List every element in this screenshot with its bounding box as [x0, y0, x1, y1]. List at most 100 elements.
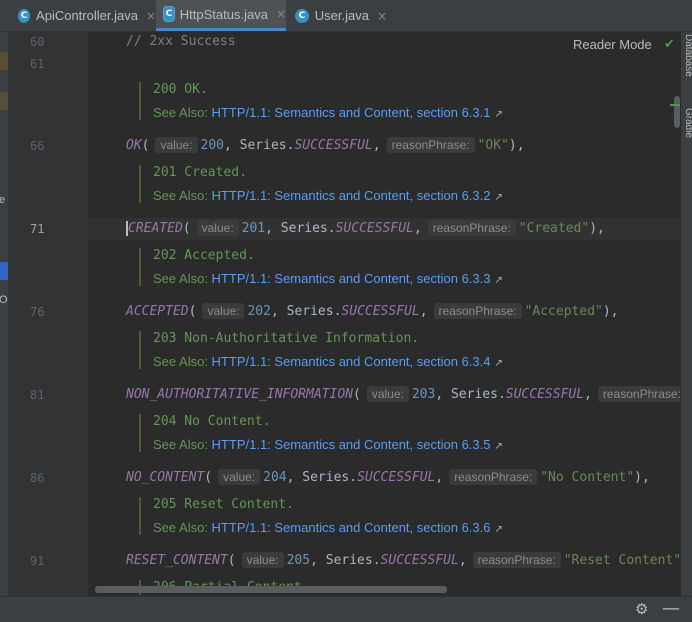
- status-value: 204: [263, 470, 287, 485]
- doc-title: 205 Reset Content.: [153, 497, 294, 512]
- link-section: 6.3.2: [461, 188, 491, 203]
- link-text: HTTP/1.1: Semantics and Content, section: [211, 520, 462, 535]
- enum-constant: NO_CONTENT: [126, 470, 205, 485]
- series-class: Series.: [325, 553, 381, 568]
- close-icon[interactable]: ×: [146, 9, 156, 23]
- param-hint: value:: [202, 303, 245, 319]
- doc-link[interactable]: HTTP/1.1: Semantics and Content, section…: [212, 437, 491, 452]
- reason-phrase: "Accepted": [524, 304, 603, 319]
- tab-user[interactable]: C User.java ×: [287, 0, 387, 31]
- param-hint: value:: [196, 220, 239, 236]
- code-comment: // 2xx Success: [126, 34, 236, 49]
- line-number: 81: [30, 388, 45, 402]
- enum-constant-line: ACCEPTED(value: 202, Series.SUCCESSFUL, re…: [126, 303, 619, 319]
- external-link-icon: ↗: [494, 275, 503, 286]
- vertical-scrollbar[interactable]: [674, 96, 680, 128]
- close-icon[interactable]: ×: [377, 9, 387, 23]
- gear-icon[interactable]: ⚙: [635, 600, 648, 618]
- series-class: Series.: [302, 470, 358, 485]
- reason-phrase: "No Content": [540, 470, 635, 485]
- database-tool-tab[interactable]: Database: [683, 34, 692, 77]
- link-text: HTTP/1.1: Semantics and Content, section: [211, 188, 462, 203]
- line-number: 86: [30, 471, 45, 485]
- project-panel-edge[interactable]: e Oi: [0, 32, 10, 596]
- doc-title: 203 Non-Authoritative Information.: [153, 331, 420, 346]
- status-value: 203: [411, 387, 436, 402]
- change-marker: [670, 104, 680, 106]
- line-number: 71: [30, 222, 45, 236]
- javadoc-block: 203 Non-Authoritative Information. See A…: [139, 331, 503, 369]
- series-class: Series.: [286, 304, 342, 319]
- doc-title: 200 OK.: [153, 82, 208, 97]
- series-constant: SUCCESSFUL: [380, 553, 459, 568]
- param-hint: reasonPhrase:: [449, 469, 538, 485]
- editor-tab-bar: C ApiController.java × C HttpStatus.java…: [0, 0, 692, 32]
- series-constant: SUCCESSFUL: [294, 138, 373, 153]
- link-section: 6.3.4: [461, 354, 491, 369]
- see-also-label: See Also:: [153, 437, 212, 452]
- status-value: 200: [200, 138, 224, 153]
- minimize-icon[interactable]: —: [662, 598, 680, 619]
- status-value: 201: [241, 221, 266, 236]
- param-hint: value:: [366, 386, 409, 402]
- close-icon[interactable]: ×: [276, 7, 286, 21]
- enum-constant-line: CREATED(value: 201, Series.SUCCESSFUL, rea…: [126, 220, 605, 236]
- code-editor[interactable]: // 2xx Success 200 OK. See Also: HTTP/1.…: [88, 32, 680, 596]
- link-section: 6.3.1: [461, 105, 491, 120]
- enum-constant-line: NO_CONTENT(value: 204, Series.SUCCESSFUL,…: [126, 469, 650, 485]
- param-hint: reasonPhrase:: [472, 552, 561, 568]
- doc-link[interactable]: HTTP/1.1: Semantics and Content, section…: [212, 105, 491, 120]
- doc-link[interactable]: HTTP/1.1: Semantics and Content, section…: [212, 520, 491, 535]
- line-number: 76: [30, 305, 45, 319]
- see-also-label: See Also:: [153, 354, 212, 369]
- reader-mode-toggle[interactable]: Reader Mode: [573, 37, 652, 52]
- param-hint: value:: [241, 552, 284, 568]
- enum-constant-line: NON_AUTHORITATIVE_INFORMATION(value: 203,…: [126, 386, 680, 402]
- enum-constant: NON_AUTHORITATIVE_INFORMATION: [126, 387, 353, 402]
- line-number: 66: [30, 139, 45, 153]
- external-link-icon: ↗: [494, 524, 503, 535]
- tree-text: e: [0, 194, 6, 206]
- enum-constant-line: RESET_CONTENT(value: 205, Series.SUCCESSF…: [126, 552, 680, 568]
- doc-link[interactable]: HTTP/1.1: Semantics and Content, section…: [212, 354, 491, 369]
- javadoc-block: 202 Accepted. See Also: HTTP/1.1: Semant…: [139, 248, 503, 286]
- doc-link[interactable]: HTTP/1.1: Semantics and Content, section…: [212, 271, 491, 286]
- link-text: HTTP/1.1: Semantics and Content, section: [211, 105, 462, 120]
- series-class: Series.: [239, 138, 295, 153]
- class-icon: C: [295, 8, 309, 23]
- line-number: 91: [30, 554, 45, 568]
- reason-phrase: "OK": [477, 138, 509, 153]
- param-hint: reasonPhrase:: [427, 220, 516, 236]
- doc-link[interactable]: HTTP/1.1: Semantics and Content, section…: [212, 188, 491, 203]
- tab-label: ApiController.java: [36, 8, 138, 23]
- see-also-label: See Also:: [153, 271, 212, 286]
- see-also-label: See Also:: [153, 105, 212, 120]
- gradle-tool-tab[interactable]: Gradle: [683, 108, 692, 138]
- status-value: 202: [247, 304, 271, 319]
- javadoc-block: 201 Created. See Also: HTTP/1.1: Semanti…: [139, 165, 503, 203]
- horizontal-scrollbar[interactable]: [95, 586, 447, 593]
- status-value: 205: [286, 553, 311, 568]
- checkmark-icon: ✔: [664, 36, 675, 51]
- tab-api-controller[interactable]: C ApiController.java ×: [10, 0, 156, 31]
- see-also: See Also: HTTP/1.1: Semantics and Conten…: [153, 437, 503, 452]
- javadoc-block: 200 OK. See Also: HTTP/1.1: Semantics an…: [139, 82, 503, 120]
- link-section: 6.3.6: [461, 520, 491, 535]
- series-constant: SUCCESSFUL: [505, 387, 585, 402]
- doc-title: 202 Accepted.: [153, 248, 255, 263]
- enum-constant: OK: [126, 138, 142, 153]
- see-also: See Also: HTTP/1.1: Semantics and Conten…: [153, 271, 503, 286]
- series-constant: SUCCESSFUL: [335, 221, 414, 236]
- series-class: Series.: [450, 387, 506, 402]
- param-hint: value:: [218, 469, 261, 485]
- external-link-icon: ↗: [494, 358, 503, 369]
- doc-title: 204 No Content.: [153, 414, 271, 429]
- doc-title: 201 Created.: [153, 165, 247, 180]
- param-hint: reasonPhrase:: [386, 137, 475, 153]
- enum-constant: CREATED: [126, 221, 183, 236]
- tab-http-status[interactable]: C HttpStatus.java ×: [156, 0, 286, 31]
- line-number-gutter[interactable]: 60 61 66 71 76 81 86 91: [8, 32, 88, 596]
- param-hint: reasonPhrase:: [597, 386, 680, 402]
- enum-constant: RESET_CONTENT: [126, 553, 228, 568]
- see-also: See Also: HTTP/1.1: Semantics and Conten…: [153, 520, 503, 535]
